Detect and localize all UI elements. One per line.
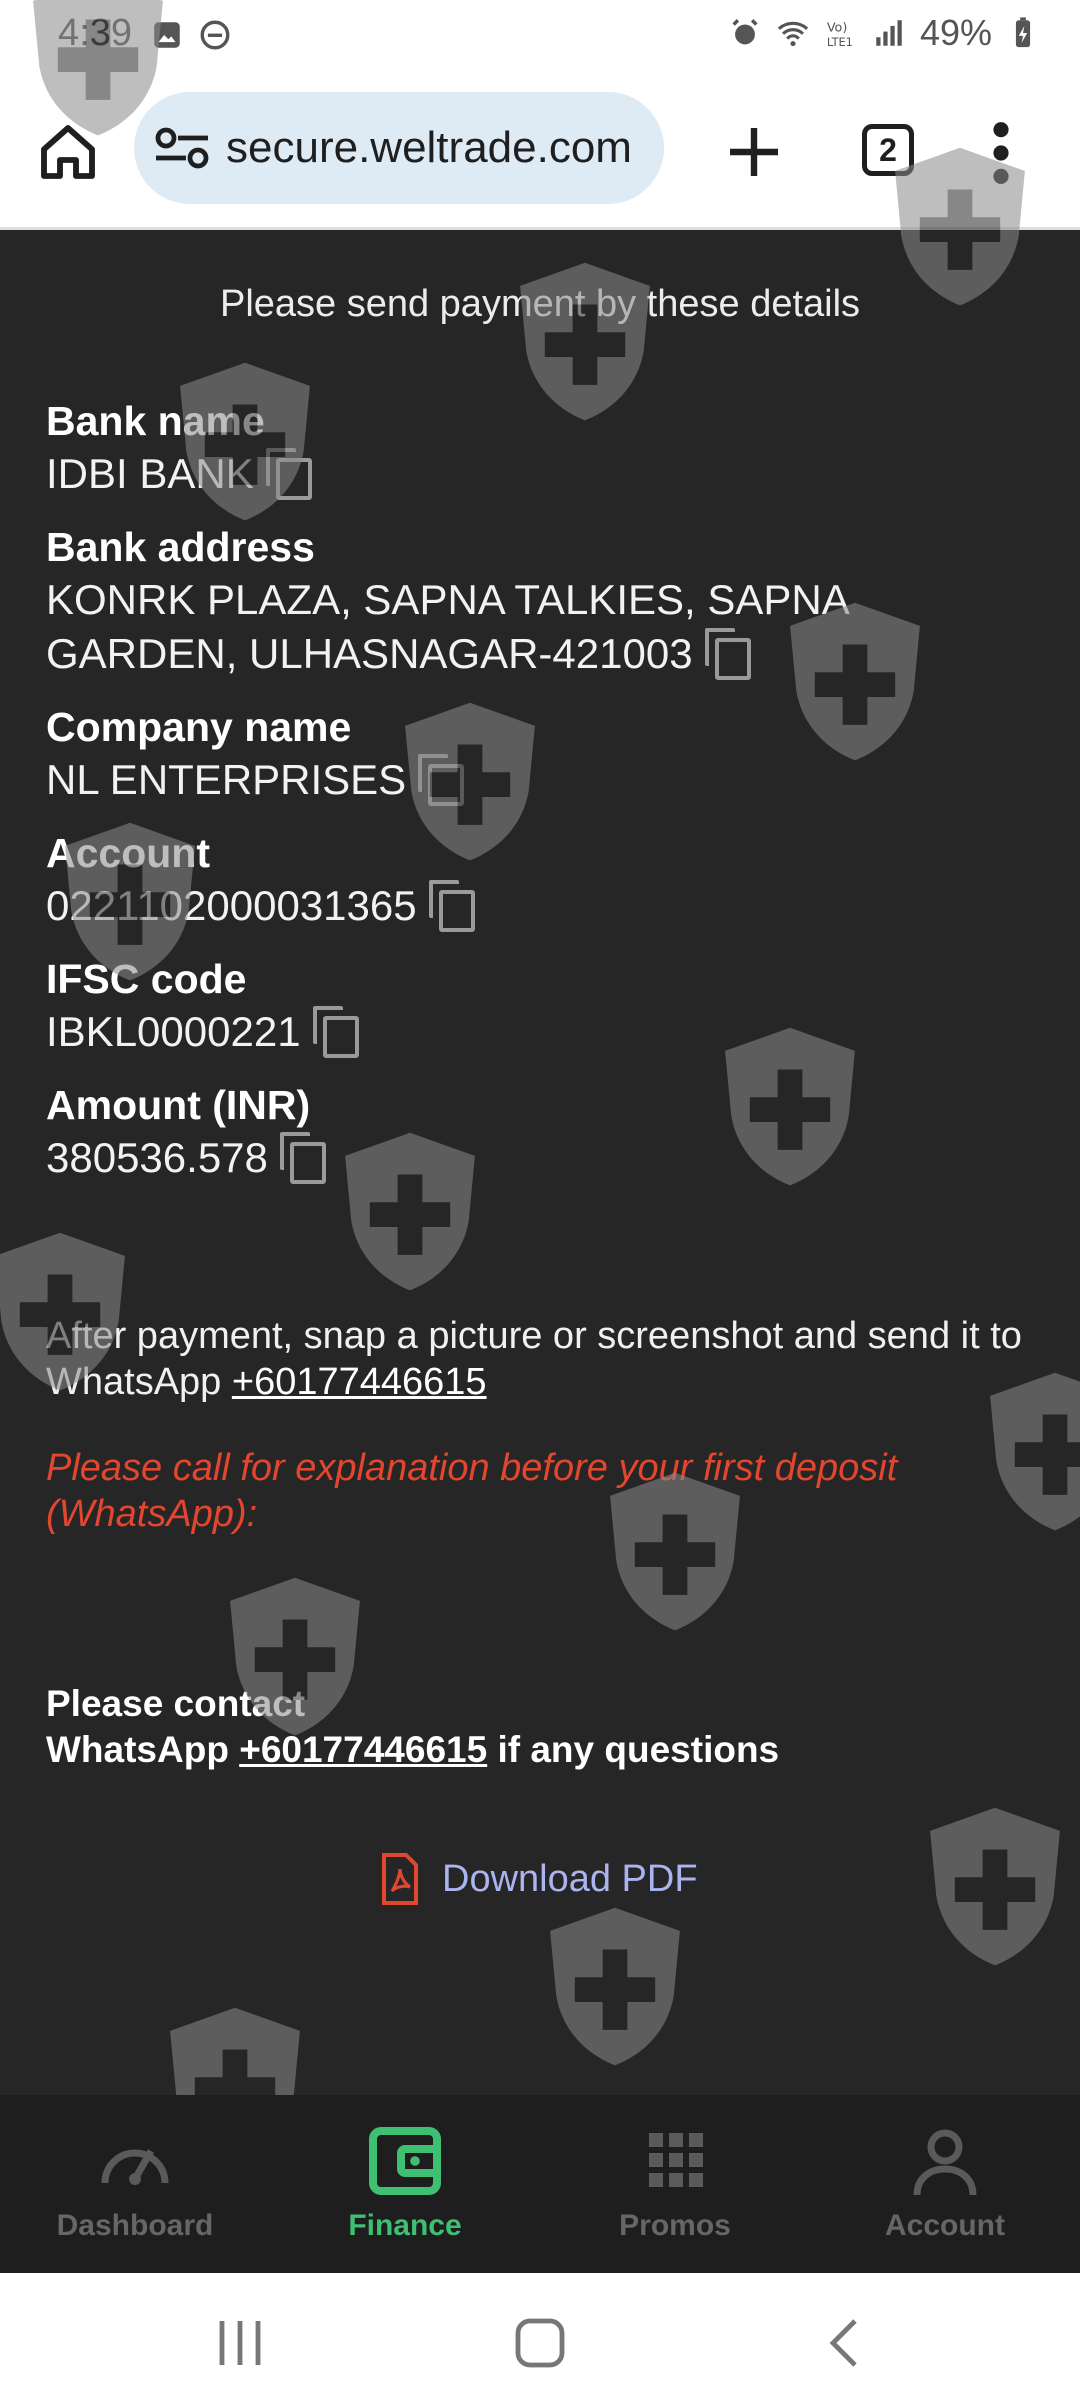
download-pdf-label: Download PDF: [442, 1857, 698, 1900]
wallet-icon: [369, 2127, 441, 2195]
signal-icon: [876, 20, 902, 46]
whatsapp-link[interactable]: +60177446615: [232, 1361, 487, 1403]
nav-item-account[interactable]: Account: [810, 2095, 1080, 2273]
status-bar: 4:39 Vo) LTE1 49%: [0, 0, 1080, 70]
do-not-disturb-icon: [200, 20, 230, 50]
nav-label: Dashboard: [56, 2209, 214, 2242]
detail-value-text: 380536.578: [46, 1134, 268, 1181]
detail-label: IFSC code: [46, 956, 247, 1002]
person-icon: [913, 2129, 977, 2196]
grid-icon: [649, 2133, 703, 2187]
detail-ifsc-code: IFSC code IBKL0000221: [46, 953, 1046, 1059]
detail-account: Account 0221102000031365: [46, 827, 1046, 933]
svg-text:Vo): Vo): [827, 21, 848, 36]
detail-value-text: NL ENTERPRISES: [46, 756, 407, 803]
site-settings-icon[interactable]: [154, 126, 210, 170]
warning-text: Please call for explanation before your …: [46, 1447, 898, 1535]
copy-icon[interactable]: [418, 754, 465, 806]
address-bar[interactable]: secure.weltrade.com: [134, 92, 664, 204]
detail-label: Account: [46, 830, 210, 876]
copy-icon[interactable]: [704, 628, 751, 680]
detail-label: Bank name: [46, 398, 265, 444]
detail-amount: Amount (INR) 380536.578: [46, 1079, 1046, 1185]
new-tab-icon[interactable]: [722, 120, 786, 184]
nav-item-dashboard[interactable]: Dashboard: [0, 2095, 270, 2273]
system-navigation-bar: [0, 2273, 1080, 2408]
detail-value-text: IDBI BANK: [46, 450, 254, 497]
detail-label: Company name: [46, 704, 352, 750]
copy-icon[interactable]: [312, 1006, 359, 1058]
nav-label: Finance: [348, 2209, 462, 2242]
copy-icon[interactable]: [265, 448, 312, 500]
detail-value-text: IBKL0000221: [46, 1008, 301, 1055]
browser-toolbar: secure.weltrade.com 2: [0, 70, 1080, 230]
alarm-icon: [732, 19, 758, 45]
gallery-icon: [154, 22, 180, 48]
detail-value: IBKL0000221: [46, 1005, 1046, 1059]
whatsapp-contact-link[interactable]: +60177446615: [239, 1729, 487, 1770]
status-time: 4:39: [58, 12, 132, 54]
volte-icon: Vo)LTE1: [827, 21, 853, 49]
detail-value: NL ENTERPRISES: [46, 753, 1046, 807]
battery-percent: 49%: [919, 12, 992, 53]
after-payment-text: After payment, snap a picture or screens…: [46, 1315, 1022, 1403]
detail-value: 380536.578: [46, 1131, 1046, 1185]
detail-label: Amount (INR): [46, 1082, 311, 1128]
detail-value: 0221102000031365: [46, 879, 1046, 933]
detail-bank-address: Bank address KONRK PLAZA, SAPNA TALKIES,…: [46, 521, 926, 681]
pdf-icon: [382, 1853, 418, 1905]
recent-apps-icon[interactable]: [210, 2313, 270, 2373]
detail-value: KONRK PLAZA, SAPNA TALKIES, SAPNA GARDEN…: [46, 573, 926, 681]
after-payment-instructions: After payment, snap a picture or screens…: [46, 1313, 1046, 1405]
detail-label: Bank address: [46, 524, 315, 570]
status-left-icons: [150, 18, 232, 52]
home-nav-icon[interactable]: [510, 2313, 570, 2373]
detail-value-text: 0221102000031365: [46, 882, 417, 929]
speedometer-icon: [101, 2149, 169, 2185]
download-pdf-link[interactable]: Download PDF: [380, 1853, 698, 1905]
nav-item-finance[interactable]: Finance: [270, 2095, 540, 2273]
nav-label: Account: [885, 2209, 1005, 2242]
tab-switcher-button[interactable]: 2: [862, 124, 914, 176]
wifi-icon: [777, 21, 809, 47]
svg-text:LTE1: LTE1: [827, 35, 853, 49]
url-text: secure.weltrade.com: [226, 123, 632, 172]
contact-line2: WhatsApp +60177446615 if any questions: [46, 1727, 1046, 1773]
status-right: Vo) LTE1 49%: [728, 12, 1040, 54]
nav-item-promos[interactable]: Promos: [540, 2095, 810, 2273]
page-headline: Please send payment by these details: [219, 283, 861, 325]
nav-label: Promos: [619, 2209, 731, 2242]
copy-icon[interactable]: [279, 1132, 326, 1184]
back-icon[interactable]: [815, 2313, 875, 2373]
contact-line1: Please contact: [46, 1683, 306, 1724]
home-icon[interactable]: [36, 120, 100, 184]
detail-value: IDBI BANK: [46, 447, 1046, 501]
detail-company-name: Company name NL ENTERPRISES: [46, 701, 1046, 807]
bottom-navigation: Dashboard Finance Promos Account: [0, 2095, 1080, 2273]
copy-icon[interactable]: [428, 880, 475, 932]
payment-details-panel: Please send payment by these details Ban…: [0, 233, 1080, 2095]
contact-prefix: WhatsApp: [46, 1729, 229, 1770]
detail-bank-name: Bank name IDBI BANK: [46, 395, 1046, 501]
contact-suffix: if any questions: [497, 1729, 780, 1770]
contact-block: Please contact WhatsApp +60177446615 if …: [46, 1681, 1046, 1773]
more-menu-icon[interactable]: [986, 118, 1016, 188]
battery-charging-icon: [1015, 17, 1031, 48]
